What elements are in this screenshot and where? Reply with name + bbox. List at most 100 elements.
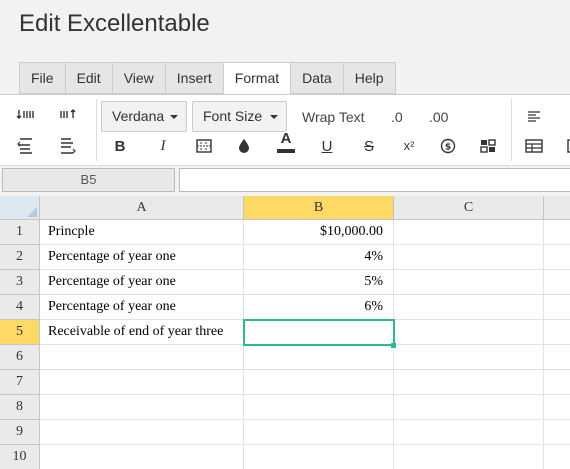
svg-text:$: $ bbox=[445, 143, 451, 153]
cell[interactable] bbox=[544, 295, 570, 320]
row-header[interactable]: 5 bbox=[0, 320, 40, 345]
insert-column-left-icon[interactable] bbox=[15, 135, 37, 157]
cell[interactable]: Princple bbox=[40, 220, 244, 245]
cell[interactable]: $10,000.00 bbox=[244, 220, 394, 245]
formula-bar: B5 bbox=[0, 166, 570, 196]
decrease-decimal-button[interactable]: .0 bbox=[391, 109, 403, 125]
align-left-icon[interactable] bbox=[523, 105, 545, 127]
font-family-dropdown[interactable]: Verdana bbox=[101, 101, 187, 132]
cell[interactable]: Percentage of year one bbox=[40, 295, 244, 320]
font-color-letter: A bbox=[280, 130, 292, 147]
menu-file[interactable]: File bbox=[19, 62, 65, 94]
borders-icon[interactable] bbox=[193, 135, 215, 157]
cell[interactable] bbox=[244, 420, 394, 445]
formula-input[interactable] bbox=[179, 168, 570, 192]
row-header[interactable]: 4 bbox=[0, 295, 40, 320]
strikethrough-button[interactable]: S bbox=[358, 135, 380, 157]
column-header-a[interactable]: A bbox=[40, 196, 244, 220]
cell[interactable] bbox=[244, 445, 394, 469]
font-color-button[interactable]: A bbox=[275, 131, 297, 153]
menu-insert[interactable]: Insert bbox=[164, 62, 223, 94]
select-all-corner[interactable] bbox=[0, 196, 40, 220]
underline-button[interactable]: U bbox=[316, 135, 338, 157]
table-icon[interactable] bbox=[523, 135, 545, 157]
cell[interactable] bbox=[544, 270, 570, 295]
cell[interactable] bbox=[544, 445, 570, 469]
cell[interactable] bbox=[544, 420, 570, 445]
fill-handle[interactable] bbox=[391, 343, 396, 348]
bold-button[interactable]: B bbox=[109, 135, 131, 157]
column-header-c[interactable]: C bbox=[394, 196, 544, 220]
spreadsheet-grid: A B C 1 Princple $10,000.00 2 Percentage of … bbox=[0, 196, 570, 469]
format-toolbar: Verdana Font Size Wrap Text .0 .00 B I A… bbox=[0, 94, 570, 166]
menu-format[interactable]: Format bbox=[222, 62, 291, 94]
row-header[interactable]: 7 bbox=[0, 370, 40, 395]
cell[interactable] bbox=[394, 245, 544, 270]
row-header[interactable]: 9 bbox=[0, 420, 40, 445]
cell[interactable] bbox=[544, 245, 570, 270]
row-header[interactable]: 1 bbox=[0, 220, 40, 245]
row-header[interactable]: 10 bbox=[0, 445, 40, 469]
cell[interactable] bbox=[544, 220, 570, 245]
menu-edit[interactable]: Edit bbox=[64, 62, 112, 94]
menu-help[interactable]: Help bbox=[342, 62, 396, 94]
cell[interactable] bbox=[244, 370, 394, 395]
row-header[interactable]: 3 bbox=[0, 270, 40, 295]
cell[interactable]: 5% bbox=[244, 270, 394, 295]
cell[interactable] bbox=[40, 420, 244, 445]
chevron-down-icon bbox=[270, 115, 278, 119]
cell[interactable] bbox=[544, 320, 570, 345]
column-header-b[interactable]: B bbox=[244, 196, 394, 220]
fill-color-icon[interactable] bbox=[233, 135, 255, 157]
cell[interactable]: 6% bbox=[244, 295, 394, 320]
cell[interactable] bbox=[40, 395, 244, 420]
superscript-button[interactable]: x² bbox=[398, 134, 420, 156]
cell[interactable] bbox=[394, 320, 544, 345]
cell[interactable] bbox=[394, 395, 544, 420]
active-cell-outline[interactable] bbox=[243, 319, 395, 346]
more-icon[interactable] bbox=[561, 135, 570, 157]
insert-column-right-icon[interactable] bbox=[57, 135, 79, 157]
toolbar-separator bbox=[511, 99, 512, 161]
cell-reference-box[interactable]: B5 bbox=[2, 168, 175, 192]
cell[interactable] bbox=[544, 370, 570, 395]
cell[interactable]: Percentage of year one bbox=[40, 270, 244, 295]
cell[interactable] bbox=[394, 420, 544, 445]
cell[interactable]: Receivable of end of year three bbox=[40, 320, 244, 345]
italic-button[interactable]: I bbox=[152, 135, 174, 157]
cell[interactable] bbox=[544, 345, 570, 370]
cell[interactable]: 4% bbox=[244, 245, 394, 270]
wrap-text-button[interactable]: Wrap Text bbox=[302, 109, 365, 125]
increase-decimal-button[interactable]: .00 bbox=[429, 109, 448, 125]
row-header[interactable]: 8 bbox=[0, 395, 40, 420]
cell[interactable] bbox=[394, 295, 544, 320]
font-family-value: Verdana bbox=[112, 108, 165, 124]
cell[interactable] bbox=[544, 395, 570, 420]
cell[interactable] bbox=[394, 445, 544, 469]
menu-view[interactable]: View bbox=[111, 62, 165, 94]
column-header-d[interactable] bbox=[544, 196, 570, 220]
menu-data[interactable]: Data bbox=[290, 62, 343, 94]
cell[interactable] bbox=[40, 445, 244, 469]
cell[interactable] bbox=[394, 345, 544, 370]
conditional-format-icon[interactable] bbox=[477, 135, 499, 157]
cell[interactable] bbox=[244, 345, 394, 370]
menu-bar: File Edit View Insert Format Data Help bbox=[19, 62, 396, 94]
insert-row-above-icon[interactable] bbox=[15, 105, 37, 127]
cell[interactable] bbox=[244, 395, 394, 420]
select-all-triangle-icon bbox=[27, 207, 37, 217]
insert-row-below-icon[interactable] bbox=[57, 105, 79, 127]
cell[interactable] bbox=[394, 220, 544, 245]
cell[interactable] bbox=[40, 345, 244, 370]
font-color-swatch bbox=[277, 149, 295, 153]
row-header[interactable]: 6 bbox=[0, 345, 40, 370]
row-header[interactable]: 2 bbox=[0, 245, 40, 270]
title-bar: Edit Excellentable bbox=[0, 0, 570, 58]
cell[interactable] bbox=[40, 370, 244, 395]
font-size-value: Font Size bbox=[203, 108, 263, 124]
currency-icon[interactable]: $ bbox=[437, 135, 459, 157]
cell[interactable]: Percentage of year one bbox=[40, 245, 244, 270]
font-size-dropdown[interactable]: Font Size bbox=[192, 101, 287, 132]
cell[interactable] bbox=[394, 270, 544, 295]
cell[interactable] bbox=[394, 370, 544, 395]
